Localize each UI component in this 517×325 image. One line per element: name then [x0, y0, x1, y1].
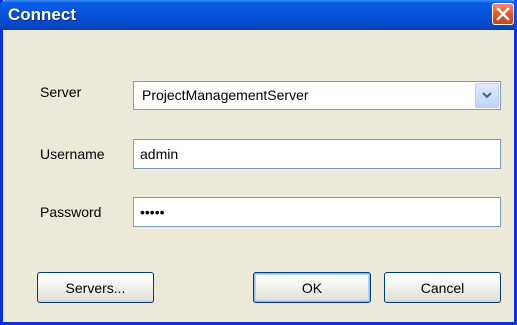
servers-button[interactable]: Servers... [37, 272, 154, 303]
server-selected-value: ProjectManagementServer [142, 87, 309, 103]
password-input[interactable] [134, 198, 500, 226]
server-dropdown-button[interactable] [475, 83, 499, 108]
close-button[interactable] [492, 3, 514, 25]
title-bar[interactable]: Connect [0, 0, 517, 30]
username-label: Username [40, 146, 105, 162]
close-icon [496, 7, 510, 21]
username-field[interactable] [133, 139, 501, 169]
dialog-title: Connect [8, 5, 76, 24]
ok-button[interactable]: OK [253, 272, 371, 303]
connect-dialog: Connect Server ProjectManagementServer U… [0, 0, 517, 325]
chevron-down-icon [482, 92, 492, 99]
server-label: Server [40, 84, 82, 100]
cancel-button[interactable]: Cancel [384, 272, 501, 303]
password-label: Password [40, 204, 102, 220]
password-field[interactable] [133, 197, 501, 227]
username-input[interactable] [134, 140, 500, 168]
server-dropdown[interactable]: ProjectManagementServer [133, 81, 501, 110]
